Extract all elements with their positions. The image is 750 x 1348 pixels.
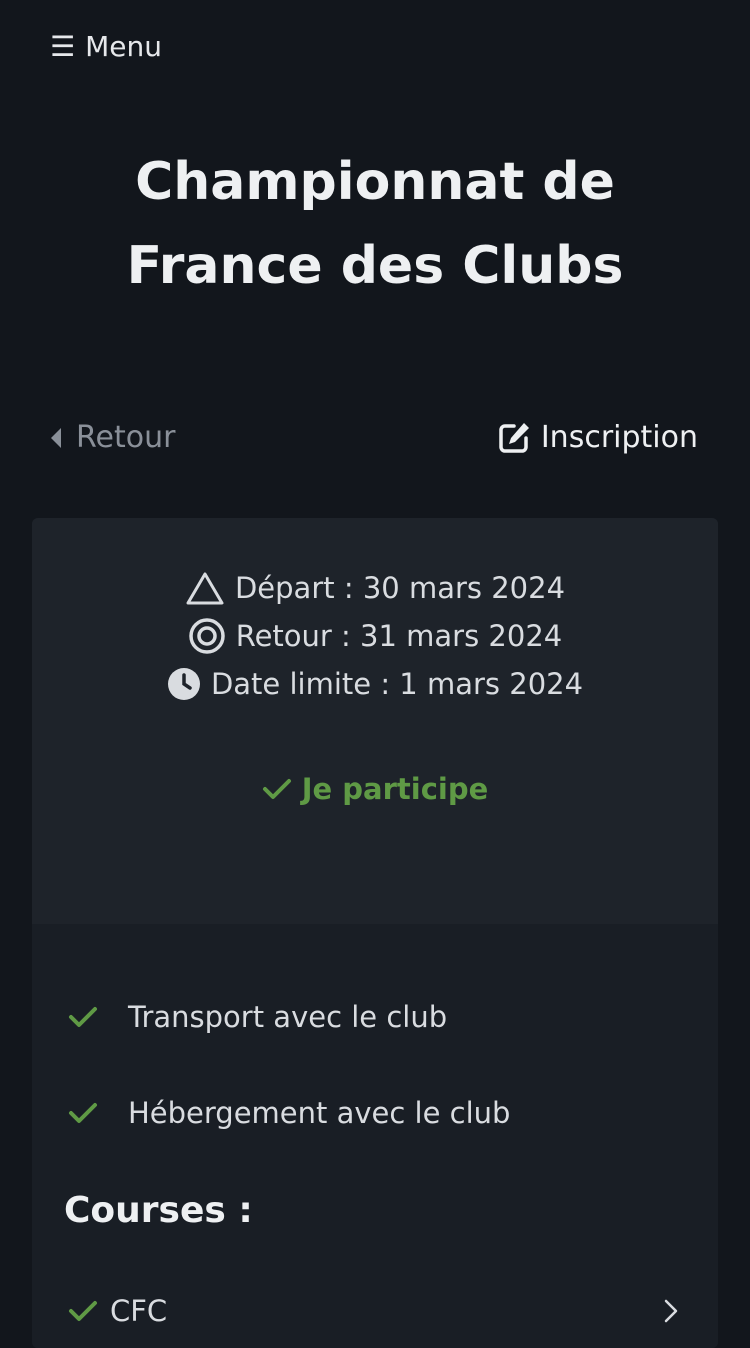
participation-label: Je participe bbox=[301, 772, 489, 806]
triangle-icon bbox=[185, 571, 225, 605]
option-accommodation-label: Hébergement avec le club bbox=[128, 1096, 511, 1130]
event-card: Départ : 30 mars 2024 Retour : 31 mars 2… bbox=[32, 518, 718, 1348]
return-date: Retour : 31 mars 2024 bbox=[188, 612, 563, 660]
back-link[interactable]: Retour bbox=[50, 420, 175, 455]
departure-date: Départ : 30 mars 2024 bbox=[185, 564, 565, 612]
menu-label: Menu bbox=[85, 30, 162, 63]
deadline-text: Date limite : 1 mars 2024 bbox=[210, 667, 584, 701]
departure-text: Départ : 30 mars 2024 bbox=[234, 571, 566, 605]
edit-icon bbox=[497, 421, 531, 455]
clock-icon bbox=[167, 667, 201, 701]
menu-button[interactable]: ☰ Menu bbox=[50, 30, 162, 63]
return-text: Retour : 31 mars 2024 bbox=[235, 619, 563, 653]
check-icon bbox=[68, 1101, 98, 1125]
course-item-left: CFC bbox=[68, 1294, 167, 1328]
event-options: Transport avec le club Hébergement avec … bbox=[32, 924, 718, 1348]
participation-status: Je participe bbox=[32, 772, 718, 806]
caret-left-icon bbox=[50, 427, 62, 449]
course-label: CFC bbox=[110, 1294, 168, 1328]
check-icon bbox=[68, 1005, 98, 1029]
event-summary: Départ : 30 mars 2024 Retour : 31 mars 2… bbox=[32, 518, 718, 924]
page-title: Championnat de France des Clubs bbox=[126, 152, 624, 296]
option-transport: Transport avec le club bbox=[68, 1000, 447, 1034]
signup-link[interactable]: Inscription bbox=[497, 420, 698, 455]
event-dates: Départ : 30 mars 2024 Retour : 31 mars 2… bbox=[32, 564, 718, 708]
deadline-date: Date limite : 1 mars 2024 bbox=[167, 660, 583, 708]
check-icon bbox=[68, 1299, 98, 1323]
signup-label: Inscription bbox=[540, 420, 698, 455]
courses-heading: Courses : bbox=[64, 1190, 253, 1231]
check-icon bbox=[262, 777, 292, 801]
back-label: Retour bbox=[76, 420, 176, 455]
target-icon bbox=[188, 617, 226, 655]
hamburger-icon: ☰ bbox=[50, 29, 76, 63]
course-item[interactable]: CFC bbox=[68, 1294, 678, 1328]
option-accommodation: Hébergement avec le club bbox=[68, 1096, 510, 1130]
event-nav: Retour Inscription bbox=[50, 420, 698, 455]
chevron-right-icon bbox=[664, 1299, 678, 1323]
option-transport-label: Transport avec le club bbox=[128, 1000, 448, 1034]
